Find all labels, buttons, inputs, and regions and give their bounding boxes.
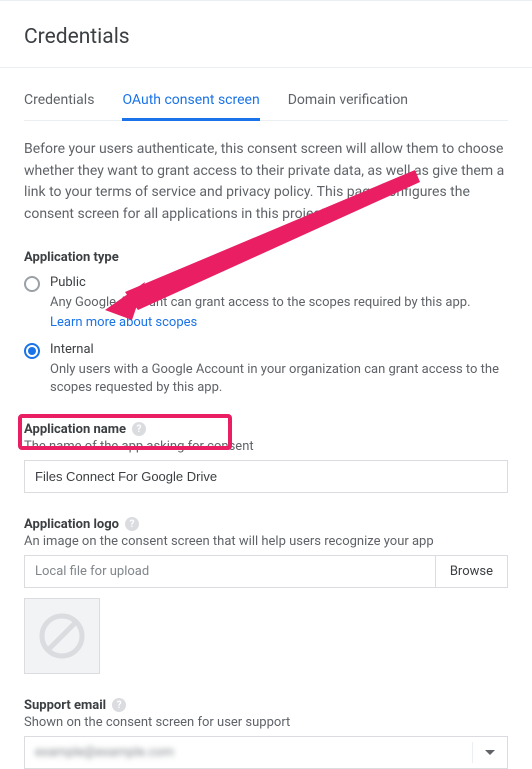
application-logo-file-input[interactable]: Local file for upload xyxy=(24,555,435,588)
radio-public-indicator xyxy=(24,276,40,292)
radio-internal-desc: Only users with a Google Account in your… xyxy=(24,361,508,397)
support-email-caret[interactable] xyxy=(472,742,507,763)
no-image-icon xyxy=(39,613,85,659)
application-type-label-text: Application type xyxy=(24,250,119,265)
application-name-label-text: Application name xyxy=(24,422,126,437)
application-type-group: Public Any Google Account can grant acce… xyxy=(24,275,508,398)
learn-more-scopes-link[interactable]: Learn more about scopes xyxy=(24,314,508,332)
tab-credentials[interactable]: Credentials xyxy=(24,92,94,120)
help-icon[interactable]: ? xyxy=(112,698,126,712)
help-icon[interactable]: ? xyxy=(132,422,146,436)
application-logo-label: Application logo ? xyxy=(24,517,508,532)
intro-text: Before your users authenticate, this con… xyxy=(24,139,508,226)
tab-bar: Credentials OAuth consent screen Domain … xyxy=(24,92,508,121)
application-logo-label-text: Application logo xyxy=(24,517,119,532)
radio-internal-title: Internal xyxy=(50,342,94,357)
radio-public-title: Public xyxy=(50,275,86,290)
application-logo-preview xyxy=(24,598,100,674)
page-header: Credentials xyxy=(0,0,532,68)
application-name-label: Application name ? xyxy=(24,422,508,437)
support-email-select[interactable]: example@example.com xyxy=(24,736,508,769)
help-icon[interactable]: ? xyxy=(125,517,139,531)
support-email-sub: Shown on the consent screen for user sup… xyxy=(24,715,508,730)
radio-public-desc: Any Google Account can grant access to t… xyxy=(24,294,508,312)
tab-oauth-consent-screen[interactable]: OAuth consent screen xyxy=(122,92,259,120)
support-email-value: example@example.com xyxy=(25,737,472,768)
application-logo-sub: An image on the consent screen that will… xyxy=(24,534,508,549)
radio-public[interactable]: Public xyxy=(24,275,508,292)
page-title: Credentials xyxy=(24,25,508,49)
browse-button[interactable]: Browse xyxy=(435,555,508,588)
application-name-input[interactable] xyxy=(24,460,508,493)
tab-domain-verification[interactable]: Domain verification xyxy=(288,92,408,120)
application-type-label: Application type xyxy=(24,250,508,265)
application-name-sub: The name of the app asking for consent xyxy=(24,439,508,454)
radio-internal-indicator xyxy=(24,343,40,359)
chevron-down-icon xyxy=(485,750,495,755)
radio-internal[interactable]: Internal xyxy=(24,342,508,359)
